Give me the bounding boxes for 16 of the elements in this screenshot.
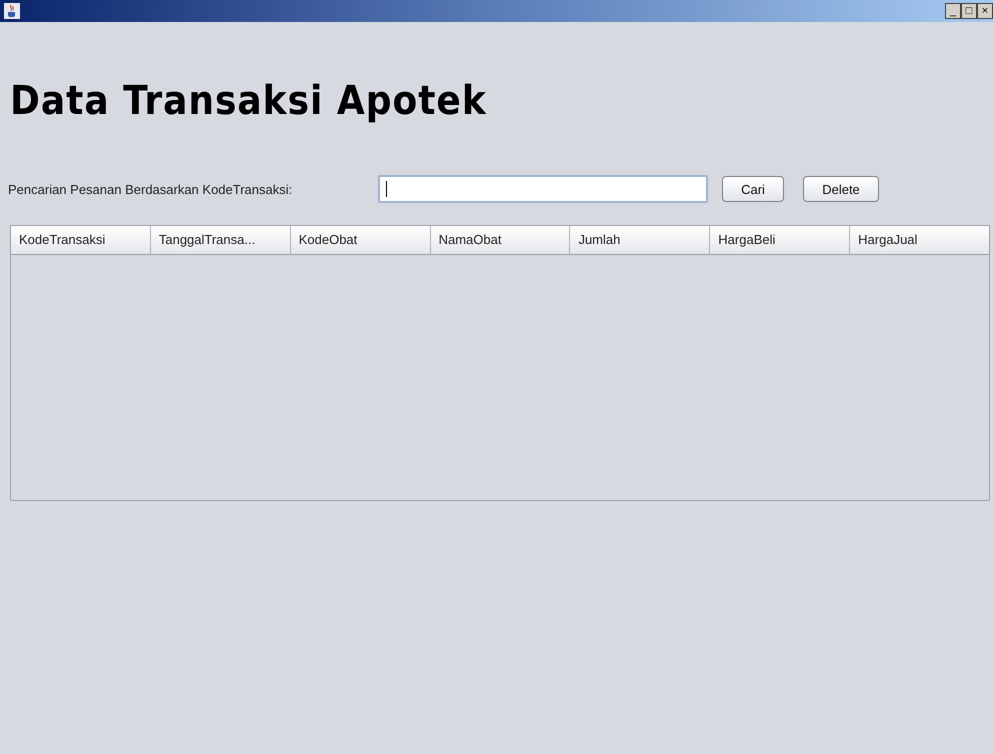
- close-button[interactable]: ×: [977, 3, 993, 19]
- page-heading: Data Transaksi Apotek: [10, 77, 488, 125]
- delete-button[interactable]: Delete: [803, 176, 879, 202]
- minimize-button[interactable]: _: [945, 3, 961, 19]
- column-header[interactable]: KodeObat: [290, 226, 431, 254]
- search-button[interactable]: Cari: [722, 176, 784, 202]
- maximize-button[interactable]: □: [961, 3, 977, 19]
- coffee-cup-icon: [4, 3, 20, 19]
- column-header[interactable]: HargaBeli: [710, 226, 850, 254]
- search-field[interactable]: [378, 175, 708, 203]
- column-header[interactable]: TanggalTransa...: [150, 226, 291, 254]
- column-header[interactable]: Jumlah: [570, 226, 710, 254]
- column-header[interactable]: NamaObat: [430, 226, 570, 254]
- column-header[interactable]: KodeTransaksi: [11, 226, 151, 254]
- column-header[interactable]: HargaJual: [850, 226, 990, 254]
- search-label: Pencarian Pesanan Berdasarkan KodeTransaksi:: [8, 182, 294, 196]
